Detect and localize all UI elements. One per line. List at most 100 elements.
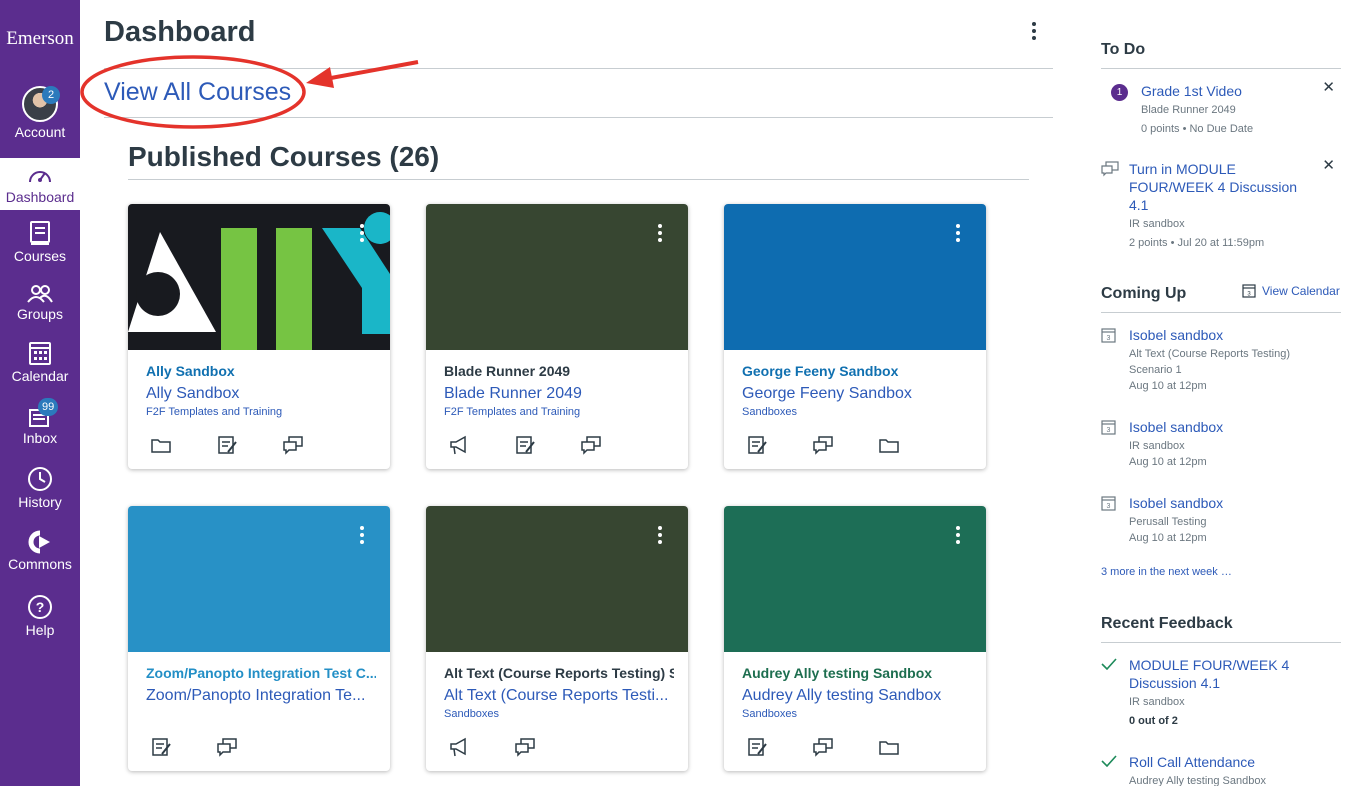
- nav-commons[interactable]: Commons: [0, 530, 80, 580]
- dashboard-icon: [29, 171, 51, 183]
- dashboard-options-kebab-icon[interactable]: [1025, 22, 1043, 46]
- course-nickname[interactable]: Blade Runner 2049: [444, 363, 674, 379]
- course-nickname[interactable]: Ally Sandbox: [146, 363, 376, 379]
- course-name-link[interactable]: Zoom/Panopto Integration Te...: [146, 687, 376, 705]
- discussions-icon[interactable]: [580, 434, 602, 456]
- page-title: Dashboard: [104, 16, 256, 48]
- published-courses-heading: Published Courses (26): [128, 141, 440, 172]
- nav-help-label: Help: [25, 622, 55, 638]
- coming-up-heading: Coming Up: [1101, 285, 1187, 302]
- calendar-icon: 3: [1101, 496, 1116, 511]
- discussions-icon[interactable]: [282, 434, 304, 456]
- card-options-kebab-icon[interactable]: [654, 224, 666, 248]
- nav-calendar-label: Calendar: [11, 368, 69, 384]
- nav-inbox[interactable]: 99 Inbox: [0, 398, 80, 454]
- course-term: Sandboxes: [742, 406, 798, 418]
- checkmark-icon: [1101, 755, 1117, 767]
- nav-account[interactable]: 2 Account: [0, 86, 80, 148]
- assignments-icon[interactable]: [746, 434, 768, 456]
- coming-up-title[interactable]: Isobel sandbox: [1129, 494, 1341, 512]
- calendar-icon: 3: [1101, 328, 1116, 343]
- card-options-kebab-icon[interactable]: [952, 224, 964, 248]
- announcements-icon[interactable]: [448, 736, 470, 758]
- course-name-link[interactable]: Ally Sandbox: [146, 385, 376, 403]
- announcements-icon[interactable]: [448, 434, 470, 456]
- assignments-icon[interactable]: [514, 434, 536, 456]
- course-nickname[interactable]: Alt Text (Course Reports Testing) S...: [444, 665, 674, 681]
- checkmark-icon: [1101, 658, 1117, 670]
- course-name-link[interactable]: Alt Text (Course Reports Testi...: [444, 687, 674, 705]
- course-card[interactable]: Ally Sandbox Ally Sandbox F2F Templates …: [128, 204, 390, 469]
- calendar-icon: 3: [1101, 420, 1116, 435]
- global-nav: Emerson 2 Account Dashboard Courses Grou…: [0, 0, 80, 786]
- card-options-kebab-icon[interactable]: [356, 224, 368, 248]
- coming-up-time: Aug 10 at 12pm: [1129, 380, 1207, 392]
- folder-icon[interactable]: [150, 434, 172, 456]
- feedback-course: Audrey Ally testing Sandbox: [1129, 775, 1266, 786]
- course-card[interactable]: Blade Runner 2049 Blade Runner 2049 F2F …: [426, 204, 688, 469]
- coming-up-course: IR sandbox: [1129, 440, 1185, 452]
- canvas-app: Emerson 2 Account Dashboard Courses Grou…: [0, 0, 1357, 786]
- discussions-icon[interactable]: [514, 736, 536, 758]
- todo-item-course: Blade Runner 2049: [1141, 104, 1236, 116]
- svg-text:3: 3: [1107, 335, 1111, 342]
- course-card[interactable]: Alt Text (Course Reports Testing) S... A…: [426, 506, 688, 771]
- brand-logo[interactable]: Emerson: [0, 28, 80, 50]
- feedback-item: MODULE FOUR/WEEK 4 Discussion 4.1 IR san…: [1101, 656, 1341, 729]
- course-card[interactable]: George Feeny Sandbox George Feeny Sandbo…: [724, 204, 986, 469]
- nav-calendar[interactable]: Calendar: [0, 340, 80, 390]
- todo-item-title[interactable]: Grade 1st Video: [1141, 82, 1341, 100]
- view-calendar-label[interactable]: View Calendar: [1262, 284, 1340, 298]
- course-card[interactable]: Audrey Ally testing Sandbox Audrey Ally …: [724, 506, 986, 771]
- nav-courses[interactable]: Courses: [0, 220, 80, 270]
- todo-item: 1 Grade 1st Video Blade Runner 2049 0 po…: [1101, 79, 1341, 137]
- course-nickname[interactable]: Audrey Ally testing Sandbox: [742, 665, 972, 681]
- view-all-courses-link[interactable]: View All Courses: [104, 78, 291, 107]
- courses-icon: [30, 221, 50, 245]
- course-name-link[interactable]: Audrey Ally testing Sandbox: [742, 687, 972, 705]
- coming-up-title[interactable]: Isobel sandbox: [1129, 326, 1341, 344]
- discussions-icon[interactable]: [812, 736, 834, 758]
- feedback-title[interactable]: Roll Call Attendance: [1129, 753, 1329, 771]
- discussions-icon[interactable]: [812, 434, 834, 456]
- assignments-icon[interactable]: [216, 434, 238, 456]
- recent-feedback-heading: Recent Feedback: [1101, 615, 1233, 632]
- course-name-link[interactable]: George Feeny Sandbox: [742, 385, 972, 403]
- ally-logo-image: [128, 204, 390, 350]
- card-options-kebab-icon[interactable]: [654, 526, 666, 550]
- inbox-badge: 99: [38, 398, 59, 416]
- card-options-kebab-icon[interactable]: [356, 526, 368, 550]
- dismiss-close-icon[interactable]: ✕: [1322, 78, 1335, 96]
- course-card[interactable]: Zoom/Panopto Integration Test C... Zoom/…: [128, 506, 390, 771]
- divider: [104, 68, 1053, 69]
- todo-heading: To Do: [1101, 41, 1146, 58]
- nav-help[interactable]: ? Help: [0, 594, 80, 644]
- coming-up-time: Aug 10 at 12pm: [1129, 532, 1207, 544]
- course-nickname[interactable]: Zoom/Panopto Integration Test C...: [146, 665, 376, 681]
- more-coming-up-link[interactable]: 3 more in the next week …: [1101, 566, 1232, 578]
- course-nickname[interactable]: George Feeny Sandbox: [742, 363, 972, 379]
- folder-icon[interactable]: [878, 736, 900, 758]
- clock-icon: [28, 467, 52, 491]
- nav-history[interactable]: History: [0, 466, 80, 516]
- todo-item-title[interactable]: Turn in MODULE FOUR/WEEK 4 Discussion 4.…: [1129, 160, 1309, 214]
- feedback-title[interactable]: MODULE FOUR/WEEK 4 Discussion 4.1: [1129, 656, 1309, 692]
- todo-count-badge: 1: [1111, 84, 1128, 101]
- coming-up-time: Aug 10 at 12pm: [1129, 456, 1207, 468]
- coming-up-title[interactable]: Isobel sandbox: [1129, 418, 1341, 436]
- discussions-icon[interactable]: [216, 736, 238, 758]
- groups-icon: [27, 285, 53, 303]
- calendar-icon: [29, 342, 51, 365]
- card-options-kebab-icon[interactable]: [952, 526, 964, 550]
- nav-dashboard[interactable]: Dashboard: [0, 158, 80, 210]
- assignments-icon[interactable]: [150, 736, 172, 758]
- nav-groups[interactable]: Groups: [0, 284, 80, 328]
- view-calendar-link[interactable]: 3 View Calendar: [1242, 283, 1340, 298]
- nav-inbox-label: Inbox: [22, 430, 58, 446]
- course-name-link[interactable]: Blade Runner 2049: [444, 385, 674, 403]
- folder-icon[interactable]: [878, 434, 900, 456]
- assignments-icon[interactable]: [746, 736, 768, 758]
- course-term: F2F Templates and Training: [444, 406, 581, 418]
- dismiss-close-icon[interactable]: ✕: [1322, 156, 1335, 174]
- divider: [1101, 642, 1341, 643]
